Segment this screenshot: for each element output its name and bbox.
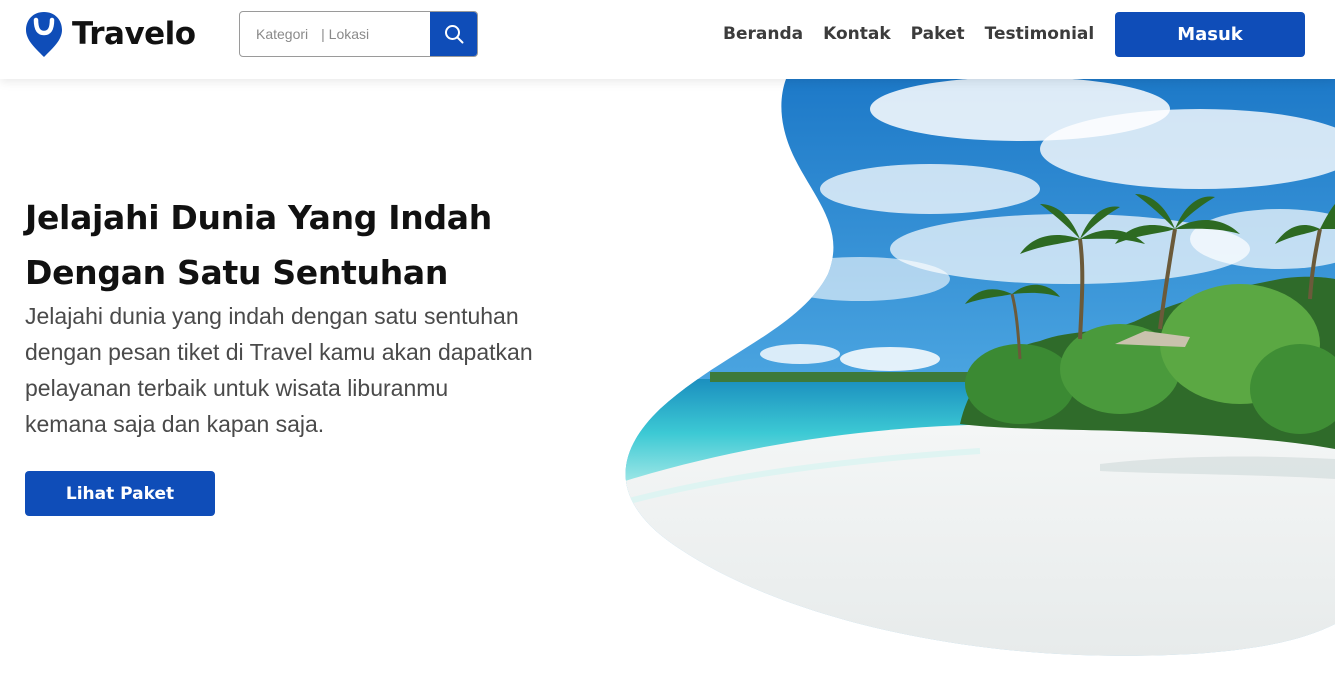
search-location-label: | Lokasi bbox=[321, 26, 370, 42]
hero-description-line-1: Jelajahi dunia yang indah dengan satu se… bbox=[25, 303, 519, 329]
navbar: Travelo Kategori | Lokasi Beranda Kontak… bbox=[0, 0, 1335, 79]
hero-description-line-4: kemana saja dan kapan saja. bbox=[25, 411, 325, 437]
nav-link-kontak[interactable]: Kontak bbox=[823, 24, 891, 44]
hero-description-line-3: pelayanan terbaik untuk wisata liburanmu bbox=[25, 375, 449, 401]
nav-link-beranda[interactable]: Beranda bbox=[723, 24, 803, 44]
hero-description-line-2: dengan pesan tiket di Travel kamu akan d… bbox=[25, 339, 533, 365]
hero-title: Jelajahi Dunia Yang Indah Dengan Satu Se… bbox=[25, 190, 585, 300]
nav-link-paket[interactable]: Paket bbox=[911, 24, 965, 44]
view-packages-button[interactable]: Lihat Paket bbox=[25, 471, 215, 516]
brand-name: Travelo bbox=[72, 16, 196, 52]
search-icon bbox=[445, 25, 464, 44]
nav-link-testimonial[interactable]: Testimonial bbox=[985, 24, 1095, 44]
search-category-label: Kategori bbox=[256, 26, 309, 42]
landing-page: Travelo Kategori | Lokasi Beranda Kontak… bbox=[0, 0, 1335, 675]
hero-title-line-1: Jelajahi Dunia Yang Indah bbox=[25, 198, 492, 237]
hero-title-line-2: Dengan Satu Sentuhan bbox=[25, 253, 449, 292]
search-button[interactable] bbox=[430, 12, 477, 56]
brand-logo[interactable]: Travelo bbox=[24, 9, 196, 59]
search-bar[interactable]: Kategori | Lokasi bbox=[239, 11, 478, 57]
hero-description: Jelajahi dunia yang indah dengan satu se… bbox=[25, 298, 585, 442]
map-pin-icon bbox=[26, 11, 62, 57]
search-input[interactable]: Kategori | Lokasi bbox=[240, 12, 430, 56]
hero-beach-image bbox=[625, 79, 1335, 656]
nav-menu: Beranda Kontak Paket Testimonial bbox=[723, 0, 1094, 67]
login-button[interactable]: Masuk bbox=[1115, 12, 1305, 57]
